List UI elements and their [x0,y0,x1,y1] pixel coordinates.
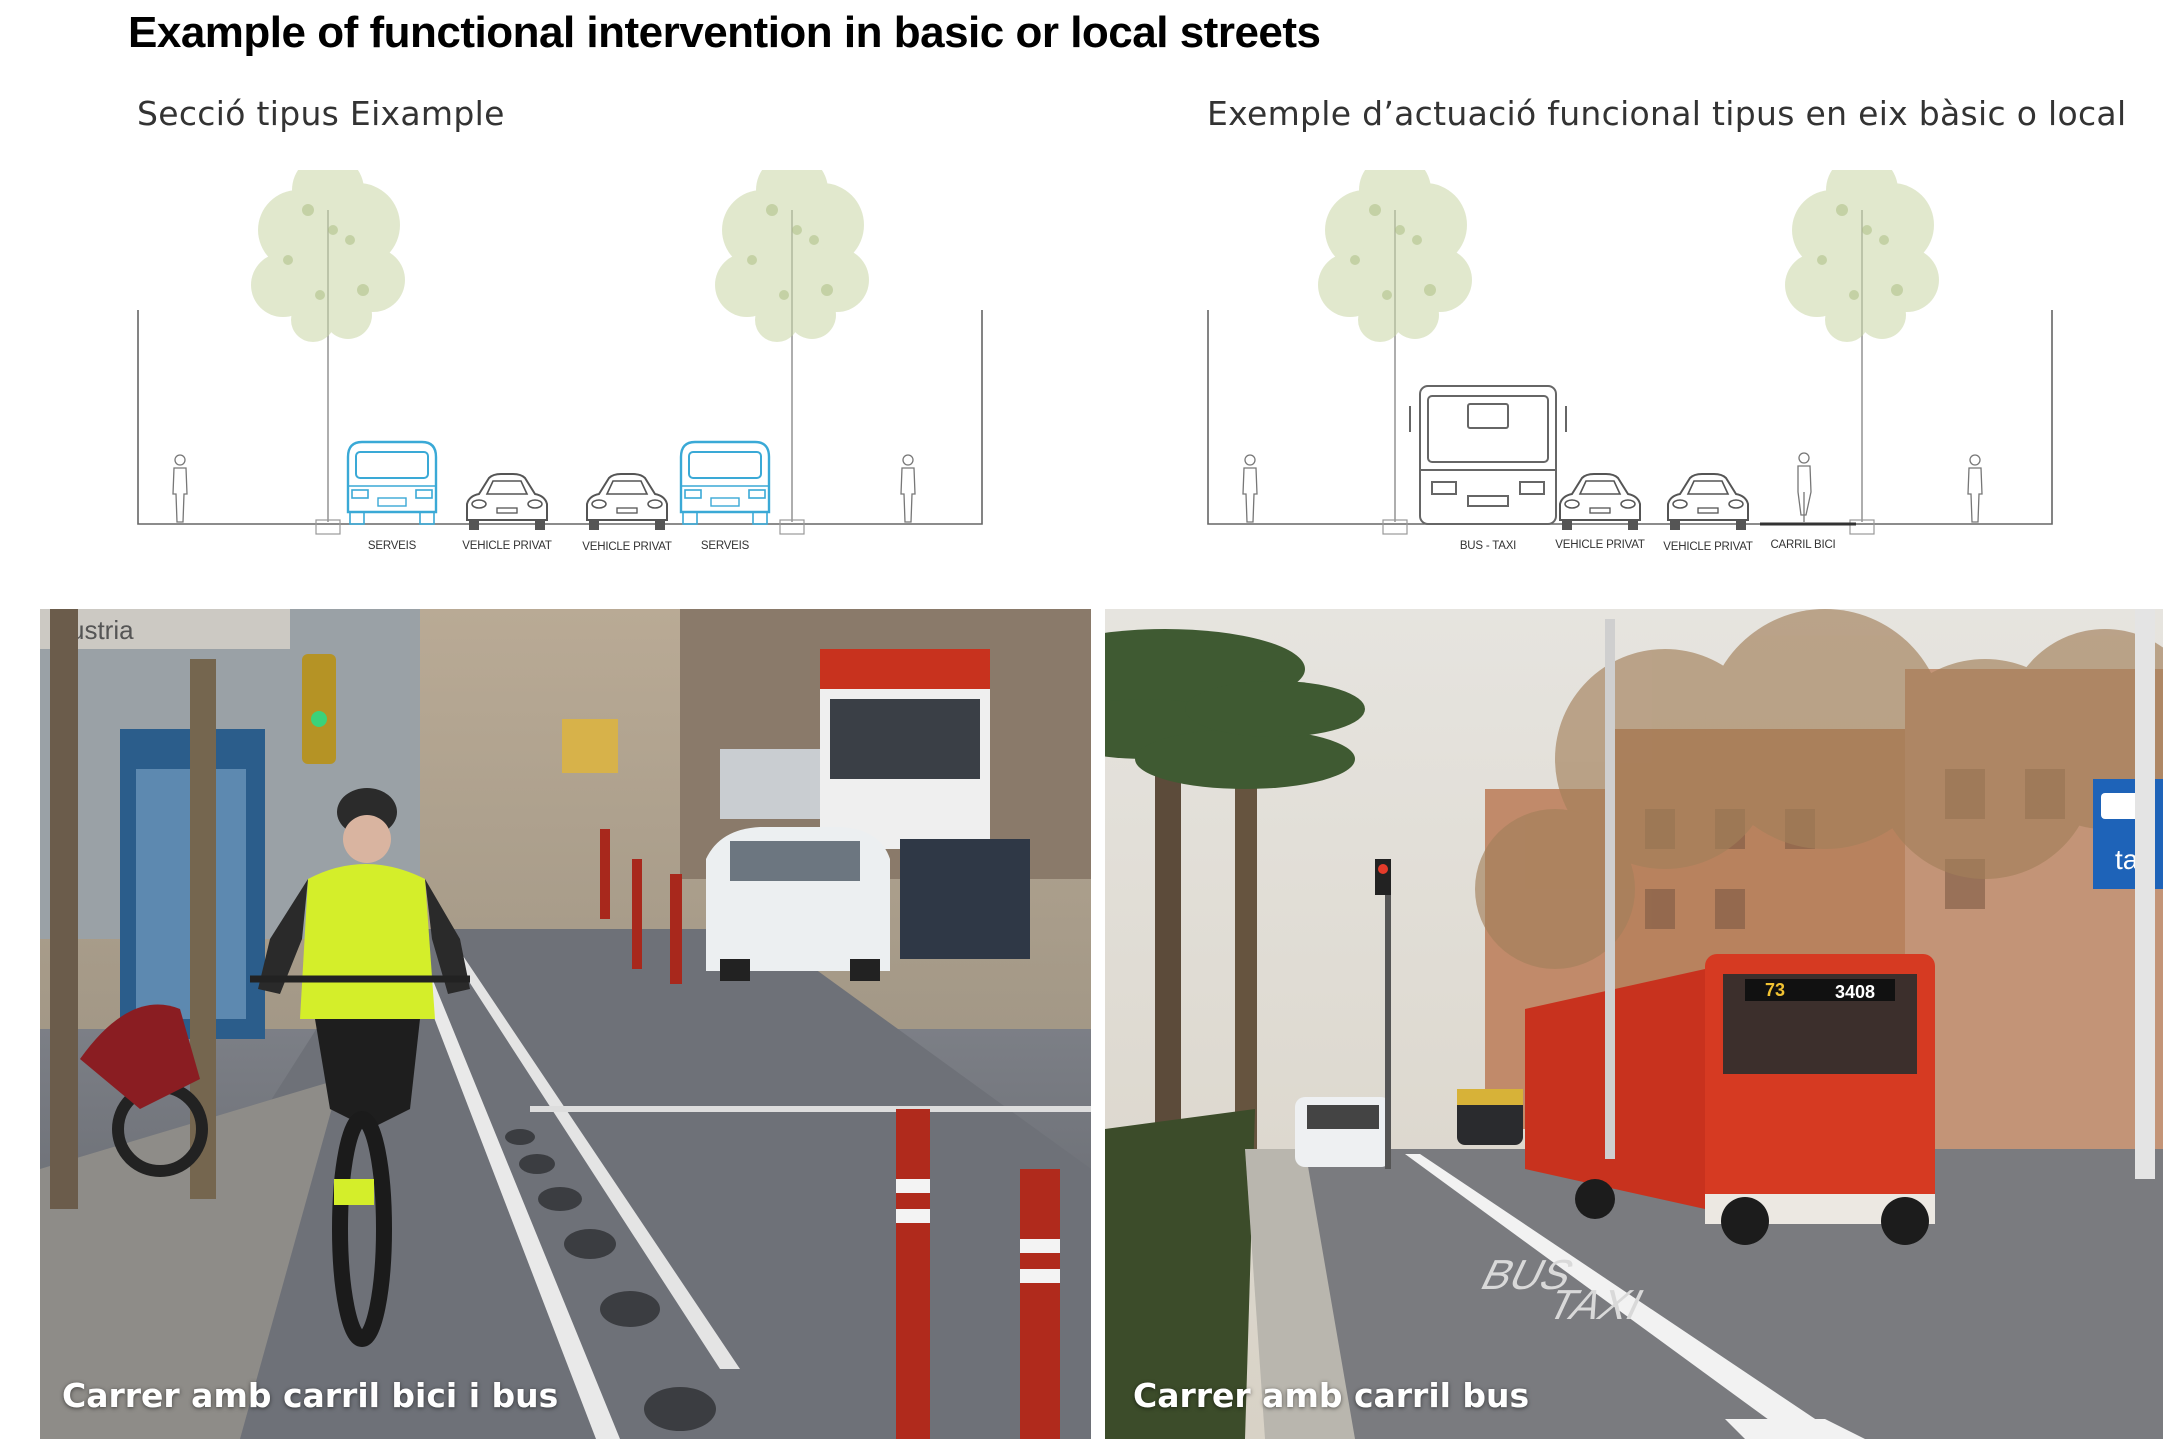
red-articulated-bus: 73 3408 [1525,954,1935,1245]
bus-line-number: 73 [1765,980,1785,1000]
white-car [706,827,890,981]
bus-figure [1409,385,1567,525]
lane-label-vehicle-privat: VEHICLE PRIVAT [462,540,552,552]
lane-label-serveis: SERVEIS [701,540,750,552]
right-street-section-diagram: BUS - TAXI VEHICLE PRIVAT VEHICLE PRIVAT… [1200,170,2060,560]
right-section-title: Exemple d’actuació funcional tipus en ei… [1207,94,2127,133]
cyclist-figure [1797,452,1812,522]
right-photo-caption: Carrer amb carril bus [1133,1376,1530,1415]
lane-label-bus-taxi: BUS - TAXI [1460,540,1516,552]
lane-label-vehicle-privat: VEHICLE PRIVAT [1555,539,1645,551]
street-sign-text: ustria [70,615,134,645]
lane-label-vehicle-privat: VEHICLE PRIVAT [582,541,672,553]
left-photo-caption: Carrer amb carril bici i bus [62,1376,559,1415]
bus-lane-street-photo: BUS TAXI 73 3408 tax Carrer amb carril b… [1105,609,2163,1439]
lane-label-serveis: SERVEIS [368,540,417,552]
bike-lane-street-photo: ustria Carrer amb carril bici i bus [40,609,1091,1439]
lane-label-carril-bici: CARRIL BICI [1770,539,1835,551]
page-title: Example of functional intervention in ba… [128,8,1321,57]
lane-label-vehicle-privat: VEHICLE PRIVAT [1663,541,1753,553]
left-section-title: Secció tipus Eixample [137,94,505,133]
left-street-section-diagram: SERVEIS VEHICLE PRIVAT VEHICLE PRIVAT SE… [130,170,990,560]
bus-fleet-number: 3408 [1835,982,1875,1002]
